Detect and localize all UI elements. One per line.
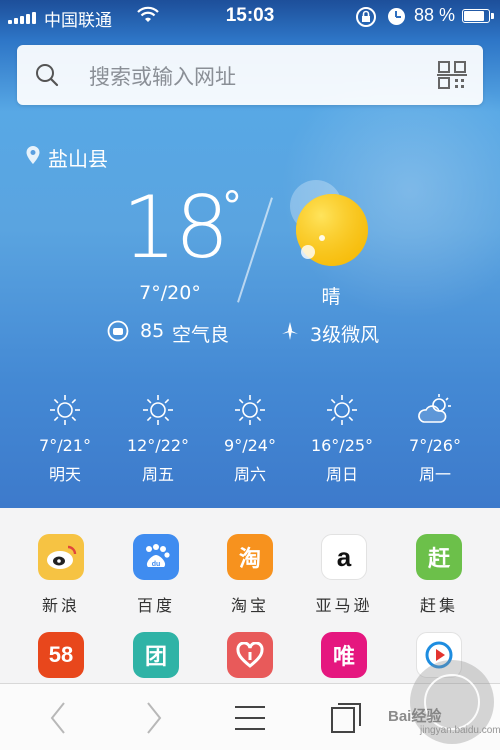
location-name[interactable]: 盐山县 xyxy=(48,143,108,172)
forecast-day-name: 明天 xyxy=(48,465,81,484)
shortcut-item[interactable]: a 亚马逊 xyxy=(298,534,390,616)
tabs-icon xyxy=(331,702,361,733)
shortcut-label: 赶集 xyxy=(419,596,458,615)
taobao-icon: 淘 xyxy=(227,534,273,580)
menu-icon xyxy=(235,705,265,730)
forward-button[interactable] xyxy=(104,684,204,750)
search-icon xyxy=(36,64,59,87)
forecast-range: 7°/21° xyxy=(39,436,91,455)
forecast-range: 7°/26° xyxy=(409,436,461,455)
heart-app-icon xyxy=(227,632,273,678)
ganji-icon: 赶 xyxy=(416,534,462,580)
alarm-clock-icon xyxy=(388,8,405,25)
aqi-value: 85 xyxy=(140,320,165,342)
chevron-left-icon xyxy=(50,701,65,734)
forecast-day-name: 周六 xyxy=(233,465,266,484)
shortcut-item[interactable]: 赶赶集 xyxy=(393,534,485,616)
weather-condition: 晴 xyxy=(321,286,341,308)
forecast-day[interactable]: 16°/25° 周日 xyxy=(296,392,388,485)
qr-code-scan-icon[interactable] xyxy=(437,60,467,90)
forecast-range: 9°/24° xyxy=(224,436,276,455)
shortcut-glyph: a xyxy=(336,541,352,572)
shortcut-label: 淘宝 xyxy=(230,596,269,615)
shortcut-item[interactable]: du 百度 xyxy=(110,534,202,616)
vip-icon: 唯 xyxy=(321,632,367,678)
watermark-subtext: jingyan.baidu.com xyxy=(420,725,500,736)
back-button[interactable] xyxy=(8,684,108,750)
forecast-day[interactable]: 12°/22° 周五 xyxy=(112,392,204,485)
aqi-description: 空气良 xyxy=(172,324,230,346)
shortcut-label: 百度 xyxy=(136,596,175,615)
battery-percentage: 88 % xyxy=(414,5,456,25)
shortcut-grid: 新浪 du 百度 淘淘宝 a 亚马逊 赶赶集 58 团 唯 xyxy=(0,508,500,683)
battery-icon xyxy=(462,9,494,23)
amazon-icon: a xyxy=(321,534,367,580)
shortcut-glyph: 赶 xyxy=(427,547,450,572)
svg-text:du: du xyxy=(152,561,161,568)
menu-button[interactable] xyxy=(200,684,300,750)
today-temperature-range: 7°/20° xyxy=(139,282,201,304)
weather-panel[interactable]: 中国联通 15:03 88 % 搜索或输入网址 盐山县 18 ° 7°/20° … xyxy=(0,0,500,508)
rotation-lock-icon xyxy=(356,7,376,27)
forecast-range: 12°/22° xyxy=(126,436,190,455)
forecast-day-name: 周五 xyxy=(141,465,174,484)
sun-icon xyxy=(143,395,173,425)
wind-level: 3级微风 xyxy=(310,324,380,346)
location-pin-icon xyxy=(26,146,40,164)
degree-symbol: ° xyxy=(222,184,242,230)
shortcut-item[interactable] xyxy=(204,632,296,678)
sina-weibo-icon xyxy=(38,534,84,580)
sun-icon xyxy=(327,395,357,425)
shortcut-glyph: 唯 xyxy=(332,645,355,670)
shortcut-item[interactable]: 新浪 xyxy=(15,534,107,616)
search-input[interactable]: 搜索或输入网址 xyxy=(89,61,236,91)
forecast: 7°/21° 明天 12°/22° 周五 9°/24° 周六 16°/25° 周日 7°/26°… xyxy=(0,392,500,492)
sunny-weather-icon xyxy=(290,180,368,266)
tabs-button[interactable] xyxy=(296,684,396,750)
shortcut-item[interactable]: 淘淘宝 xyxy=(204,534,296,616)
shortcut-item[interactable]: 团 xyxy=(110,632,202,678)
tuan-icon: 团 xyxy=(133,632,179,678)
air-quality-icon xyxy=(107,320,129,342)
battery-level-fill xyxy=(464,11,485,21)
forecast-day[interactable]: 9°/24° 周六 xyxy=(204,392,296,485)
forecast-day[interactable]: 7°/26° 周一 xyxy=(389,392,481,485)
status-bar: 中国联通 15:03 88 % xyxy=(0,0,500,32)
shortcut-glyph: 团 xyxy=(144,645,167,670)
sun-icon xyxy=(235,395,265,425)
shortcut-item[interactable]: 58 xyxy=(15,632,107,678)
58-icon: 58 xyxy=(38,632,84,678)
shortcut-item[interactable]: 唯 xyxy=(298,632,390,678)
shortcut-glyph: 58 xyxy=(48,642,74,667)
shortcut-glyph: 淘 xyxy=(238,547,261,572)
chevron-right-icon xyxy=(147,701,162,734)
watermark-text: Bai经验 xyxy=(388,708,442,725)
forecast-day[interactable]: 7°/21° 明天 xyxy=(19,392,111,485)
forecast-day-name: 周日 xyxy=(325,465,358,484)
baidu-icon: du xyxy=(133,534,179,580)
shortcut-label: 新浪 xyxy=(41,596,80,615)
wind-icon xyxy=(282,322,298,340)
search-bar[interactable]: 搜索或输入网址 xyxy=(17,45,483,105)
sun-icon xyxy=(50,395,80,425)
shortcut-label: 亚马逊 xyxy=(315,596,373,615)
forecast-range: 16°/25° xyxy=(310,436,374,455)
partly-cloudy-icon xyxy=(418,394,451,423)
forecast-day-name: 周一 xyxy=(418,465,451,484)
